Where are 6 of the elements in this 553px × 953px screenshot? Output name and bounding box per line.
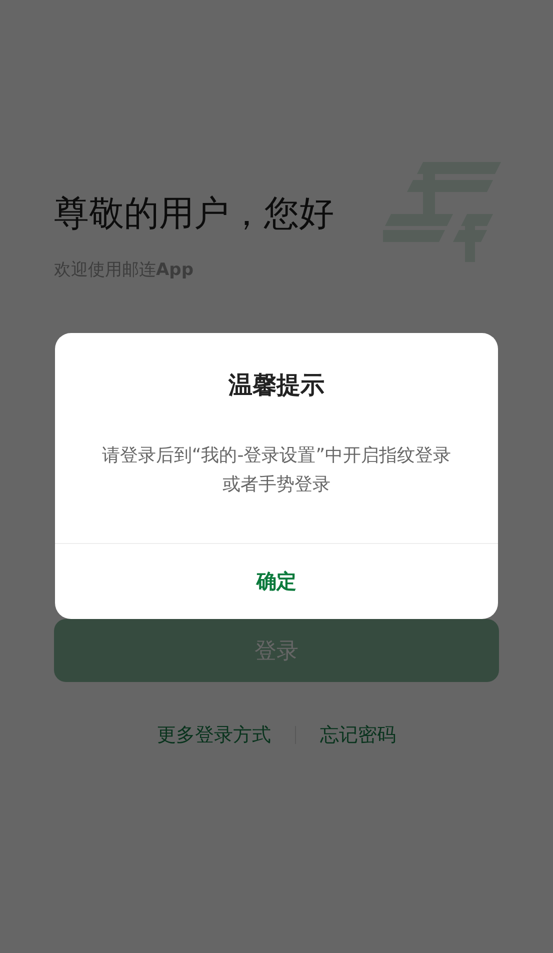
dialog-message: 请登录后到“我的-登录设置”中开启指纹登录或者手势登录	[100, 444, 452, 497]
dialog-title: 温馨提示	[227, 370, 326, 401]
greeting-title: 尊敬的用户，您好	[54, 193, 334, 236]
forgot-password-link[interactable]: 忘记密码	[320, 722, 396, 748]
more-login-link[interactable]: 更多登录方式	[157, 722, 271, 748]
confirm-button[interactable]: 确定	[55, 543, 498, 619]
